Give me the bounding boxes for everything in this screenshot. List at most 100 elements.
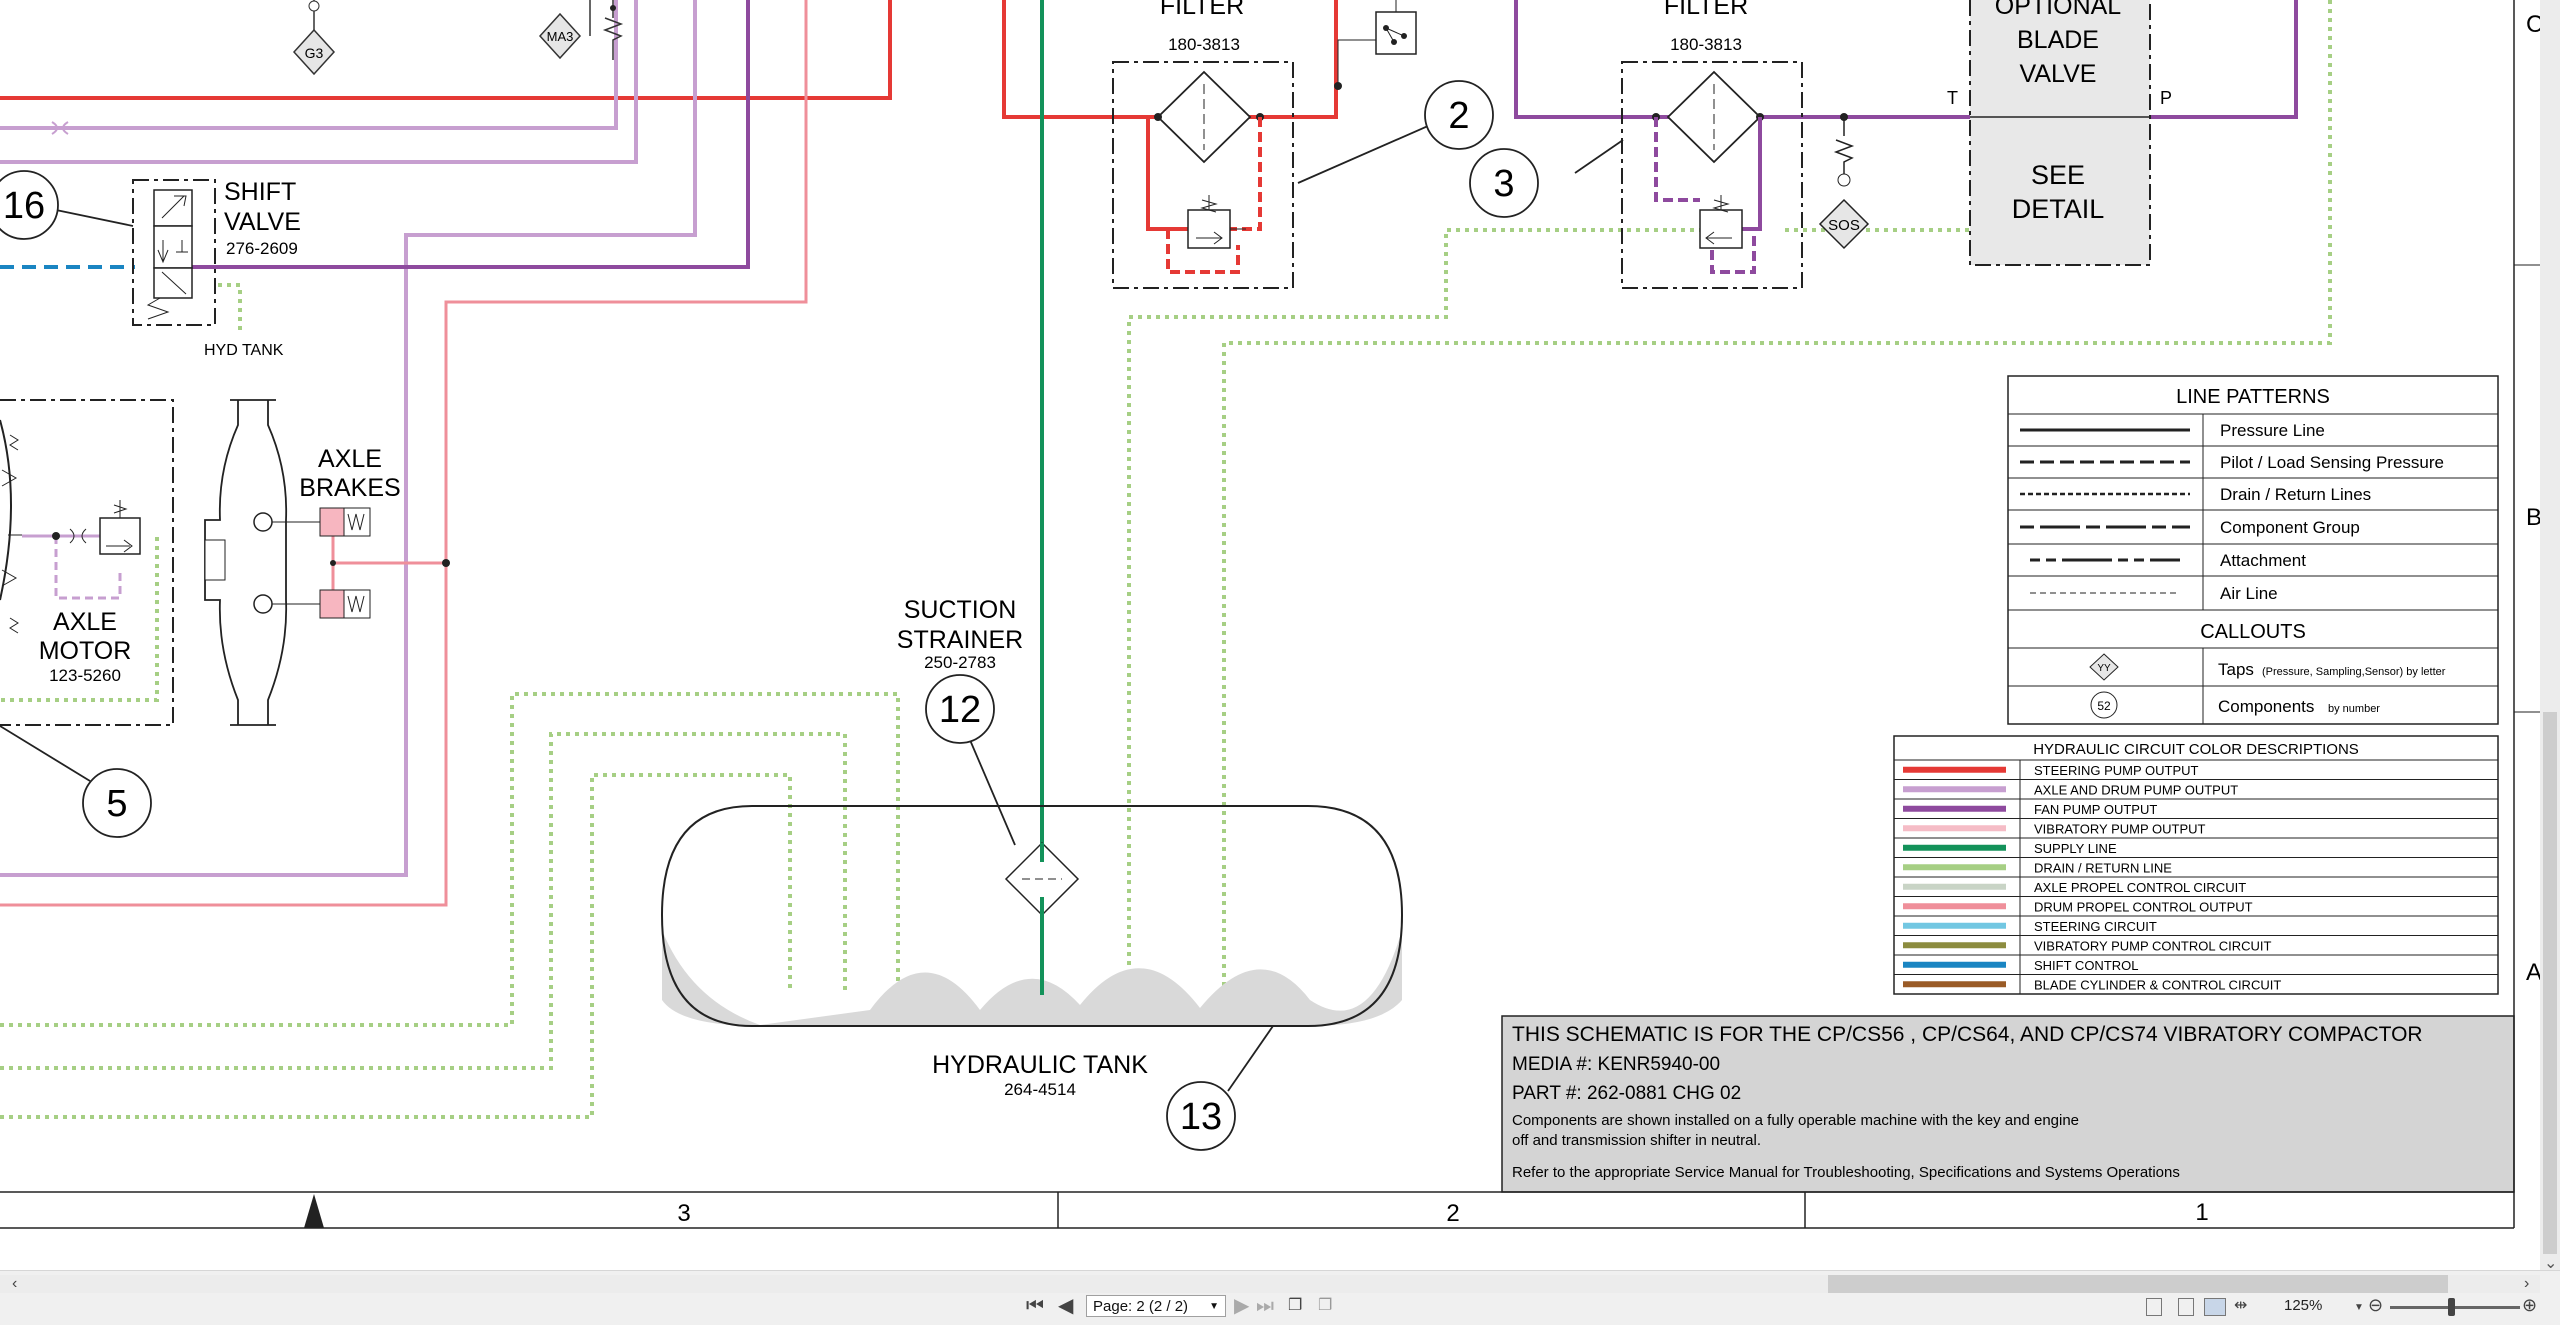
- page-number-field[interactable]: Page: 2 (2 / 2) ▼: [1086, 1295, 1226, 1317]
- line-patterns-legend: LINE PATTERNS Pressure Line Pilot / Load…: [2007, 375, 2499, 725]
- zoom-in-icon[interactable]: ⊕: [2522, 1294, 2537, 1316]
- shift-valve-part: 276-2609: [226, 239, 298, 258]
- title-part: PART #: 262-0881 CHG 02: [1512, 1083, 1741, 1104]
- callout-5-number: 5: [106, 783, 127, 825]
- shift-valve-tank-label: HYD TANK: [204, 342, 284, 359]
- scroll-right-icon[interactable]: ›: [2524, 1273, 2529, 1295]
- components-note: by number: [2328, 703, 2380, 715]
- pattern-air-line: Air Line: [2220, 584, 2278, 603]
- color-description-label: DRUM PROPEL CONTROL OUTPUT: [2034, 899, 2253, 914]
- zone-2: 2: [1446, 1200, 1459, 1227]
- filter-left-part: 180-3813: [1168, 35, 1240, 54]
- color-description-label: BLADE CYLINDER & CONTROL CIRCUIT: [2034, 977, 2281, 992]
- next-page-icon[interactable]: ▶: [1234, 1295, 1249, 1317]
- pattern-pilot-line: Pilot / Load Sensing Pressure: [2220, 453, 2444, 472]
- single-page-icon[interactable]: ❐: [1288, 1295, 1302, 1317]
- color-description-label: AXLE PROPEL CONTROL CIRCUIT: [2034, 880, 2246, 895]
- zoom-slider[interactable]: [2390, 1306, 2520, 1309]
- callout-16-number: 16: [3, 185, 45, 227]
- previous-page-icon[interactable]: ◀: [1058, 1295, 1073, 1317]
- see-detail-line2: DETAIL: [2012, 194, 2105, 224]
- callout-12-number: 12: [939, 689, 981, 731]
- color-description-label: AXLE AND DRUM PUMP OUTPUT: [2034, 782, 2238, 797]
- pattern-pressure-line: Pressure Line: [2220, 421, 2325, 440]
- last-page-icon[interactable]: ⏭: [1256, 1295, 1274, 1317]
- scroll-down-arrow[interactable]: ⌄: [2544, 1255, 2557, 1270]
- port-p-label: P: [2160, 88, 2172, 108]
- see-detail-line1: SEE: [2031, 160, 2085, 190]
- page-break-view-icon[interactable]: ⇹: [2234, 1295, 2247, 1317]
- title-note-1: Components are shown installed on a full…: [1512, 1112, 2079, 1129]
- color-description-label: FAN PUMP OUTPUT: [2034, 802, 2157, 817]
- tap-sos-label: SOS: [1828, 217, 1860, 234]
- shift-valve-label-2: VALVE: [224, 208, 301, 236]
- components-label: Components: [2218, 697, 2314, 716]
- axle-motor-label-1: AXLE: [53, 608, 117, 636]
- zone-3: 3: [677, 1200, 690, 1227]
- zone-a: A: [2526, 959, 2542, 986]
- line-patterns-title: LINE PATTERNS: [2176, 386, 2330, 408]
- title-note-3: Refer to the appropriate Service Manual …: [1512, 1164, 2180, 1181]
- color-description-label: STEERING PUMP OUTPUT: [2034, 763, 2199, 778]
- zoom-menu-icon[interactable]: ▼: [2354, 1297, 2364, 1319]
- title-media: MEDIA #: KENR5940-00: [1512, 1054, 1720, 1075]
- page-number-text: Page: 2 (2 / 2): [1093, 1298, 1189, 1315]
- suction-strainer-line1: SUCTION: [904, 596, 1017, 624]
- book-view-icon[interactable]: [2204, 1298, 2226, 1316]
- callouts-title: CALLOUTS: [2200, 621, 2306, 643]
- pattern-component-group: Component Group: [2220, 518, 2360, 537]
- pattern-drain-line: Drain / Return Lines: [2220, 485, 2371, 504]
- optional-valve-line1: OPTIONAL: [1995, 0, 2122, 20]
- chevron-down-icon[interactable]: ▼: [1209, 1296, 1219, 1318]
- zoom-out-icon[interactable]: ⊖: [2368, 1294, 2383, 1316]
- port-t-label: T: [1947, 88, 1958, 108]
- filter-right-title: FILTER: [1664, 0, 1748, 20]
- title-block: THIS SCHEMATIC IS FOR THE CP/CS56 , CP/C…: [1501, 1015, 2515, 1193]
- suction-strainer-line2: STRAINER: [897, 626, 1023, 654]
- filter-right-part: 180-3813: [1670, 35, 1742, 54]
- optional-valve-line2: BLADE: [2017, 26, 2099, 54]
- taps-symbol: YY: [2097, 663, 2111, 674]
- axle-motor-label-2: MOTOR: [39, 637, 132, 665]
- taps-label: Taps: [2218, 660, 2254, 679]
- single-page-view-icon[interactable]: [2146, 1298, 2162, 1316]
- continuous-page-icon[interactable]: ❐: [1318, 1295, 1332, 1317]
- color-legend-title: HYDRAULIC CIRCUIT COLOR DESCRIPTIONS: [2033, 741, 2359, 758]
- optional-valve-line3: VALVE: [2020, 60, 2097, 88]
- multi-page-view-icon[interactable]: [2178, 1298, 2194, 1316]
- pattern-attachment: Attachment: [2220, 551, 2306, 570]
- scroll-left-icon[interactable]: ‹: [12, 1273, 17, 1295]
- color-description-label: VIBRATORY PUMP CONTROL CIRCUIT: [2034, 938, 2271, 953]
- first-page-icon[interactable]: ⏮: [1026, 1295, 1044, 1317]
- color-description-label: SHIFT CONTROL: [2034, 958, 2139, 973]
- taps-note: (Pressure, Sampling,Sensor) by letter: [2262, 666, 2446, 678]
- zoom-level[interactable]: 125%: [2284, 1297, 2322, 1314]
- color-description-label: STEERING CIRCUIT: [2034, 919, 2157, 934]
- components-symbol: 52: [2097, 699, 2111, 713]
- tap-g3-label: G3: [305, 45, 324, 61]
- hydraulic-tank-part: 264-4514: [1004, 1080, 1076, 1099]
- axle-motor-part: 123-5260: [49, 666, 121, 685]
- zone-1: 1: [2195, 1199, 2208, 1226]
- callout-13-number: 13: [1180, 1096, 1222, 1138]
- optional-blade-valve: OPTIONAL BLADE VALVE T P SEE DETAIL: [1947, 0, 2172, 266]
- axle-brakes-label-2: BRAKES: [299, 474, 400, 502]
- color-description-label: VIBRATORY PUMP OUTPUT: [2034, 821, 2206, 836]
- filter-left-title: FILTER: [1160, 0, 1244, 20]
- suction-strainer-part: 250-2783: [924, 653, 996, 672]
- callout-2-number: 2: [1448, 95, 1469, 137]
- title-note-2: off and transmission shifter in neutral.: [1512, 1132, 1761, 1149]
- vertical-scrollbar-thumb[interactable]: [2543, 712, 2557, 1254]
- color-description-label: SUPPLY LINE: [2034, 841, 2117, 856]
- zoom-slider-thumb[interactable]: [2448, 1298, 2455, 1316]
- schematic-sheet: G3 MA3 SHIFT VALVE 276-2609 HYD TANK AXL…: [0, 0, 2560, 1270]
- callout-3-number: 3: [1493, 163, 1514, 205]
- status-bar: ‹ › ⏮ ◀ Page: 2 (2 / 2) ▼ ▶ ⏭ ❐ ❐ ⇹ 125%…: [0, 1270, 2560, 1325]
- shift-valve-label-1: SHIFT: [224, 178, 296, 206]
- color-descriptions-legend: HYDRAULIC CIRCUIT COLOR DESCRIPTIONS STE…: [1893, 735, 2499, 995]
- color-description-label: DRAIN / RETURN LINE: [2034, 860, 2172, 875]
- zone-b: B: [2526, 504, 2542, 531]
- title-heading: THIS SCHEMATIC IS FOR THE CP/CS56 , CP/C…: [1512, 1023, 2423, 1046]
- hydraulic-tank-name: HYDRAULIC TANK: [932, 1051, 1148, 1079]
- horizontal-scrollbar-thumb[interactable]: [1828, 1275, 2448, 1293]
